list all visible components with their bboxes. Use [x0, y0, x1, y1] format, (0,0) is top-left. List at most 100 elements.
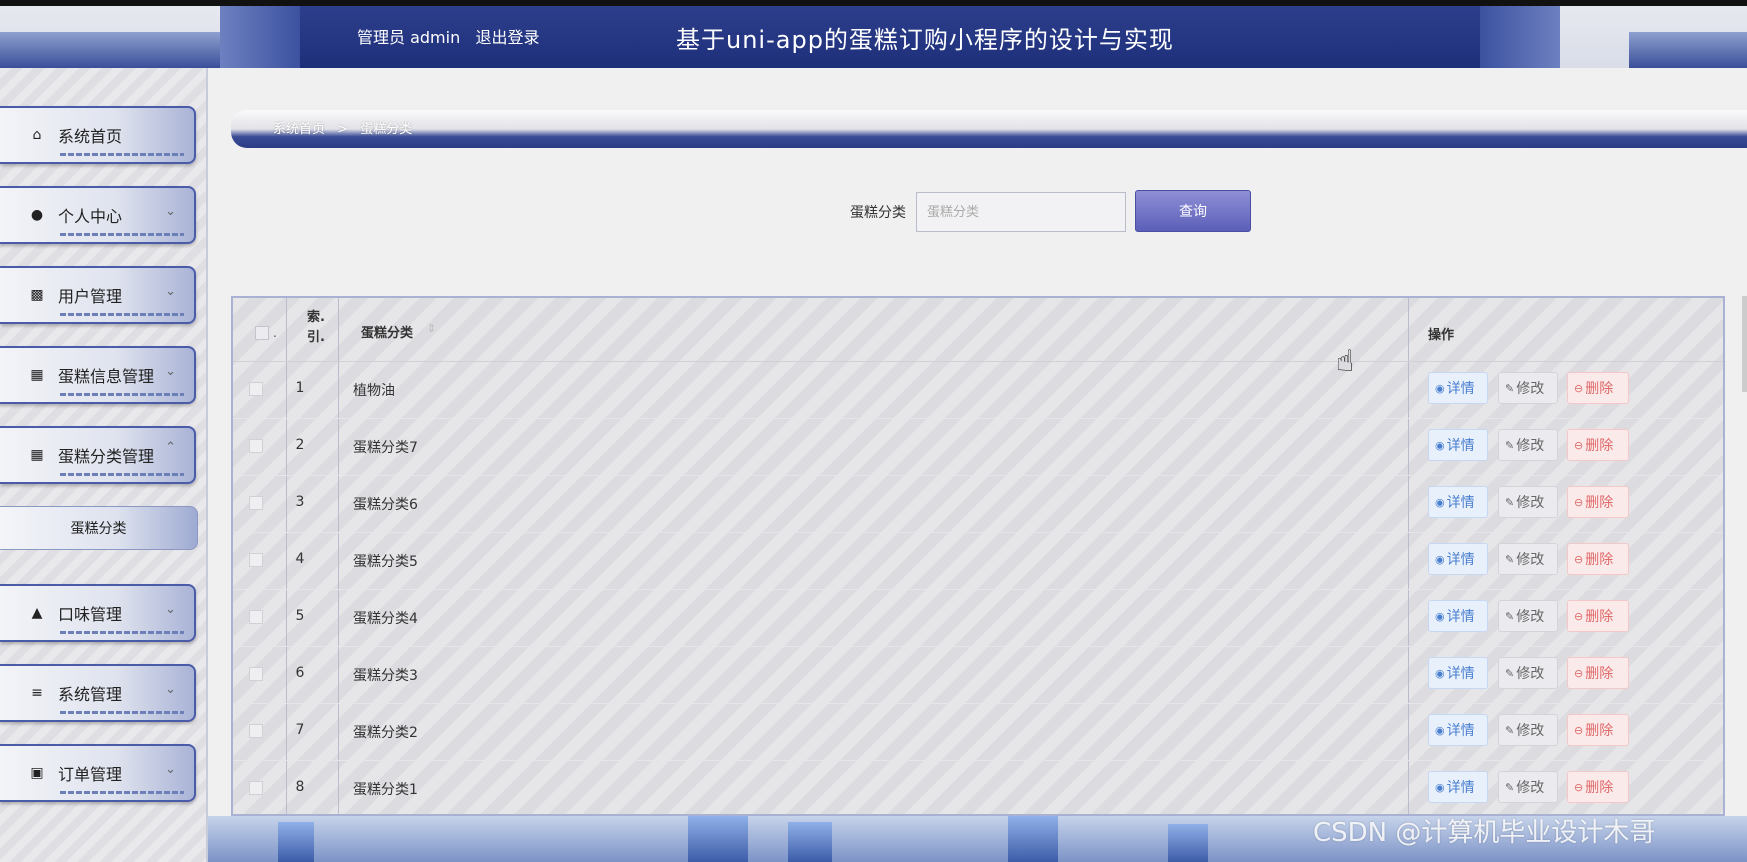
- row-checkbox[interactable]: [249, 667, 263, 681]
- delete-button[interactable]: ⊖ 删除: [1567, 543, 1629, 575]
- row-category-name: 蛋糕分类3: [353, 668, 418, 684]
- detail-button[interactable]: ◉ 详情: [1428, 771, 1488, 803]
- delete-button[interactable]: ⊖ 删除: [1567, 486, 1629, 518]
- table-row: 3 蛋糕分类6 ◉ 详情 ✎ 修改 ⊖ 删除: [233, 476, 1723, 533]
- sort-icon[interactable]: ⇕: [427, 322, 436, 335]
- sidebar-item-orders[interactable]: ▣ 订单管理 ⌄: [0, 744, 196, 802]
- user-icon: ●: [30, 207, 44, 223]
- menu-underline: [60, 313, 184, 316]
- table-row: 1 植物油 ◉ 详情 ✎ 修改 ⊖ 删除: [233, 362, 1723, 419]
- edit-button[interactable]: ✎ 修改: [1498, 771, 1558, 803]
- sidebar-item-home[interactable]: ⌂ 系统首页: [0, 106, 196, 164]
- chevron-down-icon: ⌄: [165, 762, 176, 777]
- edit-button[interactable]: ✎ 修改: [1498, 714, 1558, 746]
- detail-button[interactable]: ◉ 详情: [1428, 714, 1488, 746]
- table-header: . 索. 引. 蛋糕分类 ⇕ 操作: [233, 298, 1723, 362]
- table-row: 8 蛋糕分类1 ◉ 详情 ✎ 修改 ⊖ 删除: [233, 761, 1723, 818]
- search-button[interactable]: 查询: [1135, 190, 1251, 232]
- skyline-tower: [688, 816, 748, 862]
- edit-label: 修改: [1516, 495, 1545, 511]
- row-checkbox[interactable]: [249, 610, 263, 624]
- sidebar-item-label: 订单管理: [58, 765, 123, 784]
- detail-button[interactable]: ◉ 详情: [1428, 372, 1488, 404]
- minus-circle-icon: ⊖: [1574, 381, 1584, 395]
- row-checkbox[interactable]: [249, 496, 263, 510]
- pencil-icon: ✎: [1505, 609, 1515, 623]
- delete-button[interactable]: ⊖ 删除: [1567, 372, 1629, 404]
- delete-label: 删除: [1585, 438, 1614, 454]
- detail-label: 详情: [1446, 780, 1475, 796]
- pencil-icon: ✎: [1505, 723, 1515, 737]
- delete-button[interactable]: ⊖ 删除: [1567, 657, 1629, 689]
- detail-label: 详情: [1446, 552, 1475, 568]
- chevron-down-icon: ⌄: [165, 682, 176, 697]
- edit-label: 修改: [1516, 666, 1545, 682]
- minus-circle-icon: ⊖: [1574, 780, 1584, 794]
- menu-underline: [60, 393, 184, 396]
- row-checkbox[interactable]: [249, 724, 263, 738]
- delete-button[interactable]: ⊖ 删除: [1567, 714, 1629, 746]
- row-checkbox[interactable]: [249, 382, 263, 396]
- eye-icon: ◉: [1435, 723, 1445, 737]
- delete-button[interactable]: ⊖ 删除: [1567, 600, 1629, 632]
- detail-label: 详情: [1446, 495, 1475, 511]
- sidebar-item-flavor[interactable]: ▲ 口味管理 ⌄: [0, 584, 196, 642]
- row-index: 3: [295, 494, 305, 510]
- edit-button[interactable]: ✎ 修改: [1498, 657, 1558, 689]
- select-all-dot: .: [273, 326, 277, 340]
- breadcrumb-home[interactable]: 系统首页: [273, 122, 325, 137]
- delete-label: 删除: [1585, 666, 1614, 682]
- header-pillar-right: [1480, 6, 1560, 68]
- header-wing-right: [1629, 32, 1747, 68]
- sidebar-item-profile[interactable]: ● 个人中心 ⌄: [0, 186, 196, 244]
- row-index: 7: [295, 722, 305, 738]
- logout-link[interactable]: 退出登录: [476, 28, 540, 47]
- edit-button[interactable]: ✎ 修改: [1498, 372, 1558, 404]
- eye-icon: ◉: [1435, 609, 1445, 623]
- minus-circle-icon: ⊖: [1574, 552, 1584, 566]
- delete-button[interactable]: ⊖ 删除: [1567, 429, 1629, 461]
- sidebar-item-label: 个人中心: [58, 207, 123, 226]
- detail-label: 详情: [1446, 381, 1475, 397]
- edit-button[interactable]: ✎ 修改: [1498, 600, 1558, 632]
- chat-icon: ▩: [30, 287, 44, 303]
- search-label: 蛋糕分类: [850, 205, 906, 221]
- sidebar-item-cake-info[interactable]: ▦ 蛋糕信息管理 ⌄: [0, 346, 196, 404]
- breadcrumb: 系统首页 > 蛋糕分类: [273, 118, 420, 137]
- breadcrumb-bar: [231, 110, 1747, 148]
- edit-button[interactable]: ✎ 修改: [1498, 486, 1558, 518]
- sidebar-subitem-cake-category[interactable]: 蛋糕分类: [0, 506, 198, 550]
- row-category-name: 蛋糕分类7: [353, 440, 418, 456]
- scrollbar[interactable]: [1742, 296, 1747, 392]
- eye-icon: ◉: [1435, 780, 1445, 794]
- row-category-name: 蛋糕分类5: [353, 554, 418, 570]
- row-checkbox[interactable]: [249, 439, 263, 453]
- sidebar-item-system[interactable]: ≡ 系统管理 ⌄: [0, 664, 196, 722]
- chevron-down-icon: ⌄: [165, 364, 176, 379]
- clipboard-icon: ▣: [30, 765, 44, 781]
- row-checkbox[interactable]: [249, 781, 263, 795]
- sidebar-item-cake-category[interactable]: ▦ 蛋糕分类管理 ⌃: [0, 426, 196, 484]
- select-all-checkbox[interactable]: [255, 326, 269, 340]
- detail-button[interactable]: ◉ 详情: [1428, 600, 1488, 632]
- detail-button[interactable]: ◉ 详情: [1428, 543, 1488, 575]
- row-checkbox[interactable]: [249, 553, 263, 567]
- table-row: 6 蛋糕分类3 ◉ 详情 ✎ 修改 ⊖ 删除: [233, 647, 1723, 704]
- row-category-name: 蛋糕分类6: [353, 497, 418, 513]
- table-row: 5 蛋糕分类4 ◉ 详情 ✎ 修改 ⊖ 删除: [233, 590, 1723, 647]
- breadcrumb-current: 蛋糕分类: [360, 122, 413, 137]
- edit-button[interactable]: ✎ 修改: [1498, 429, 1558, 461]
- sidebar-item-users[interactable]: ▩ 用户管理 ⌄: [0, 266, 196, 324]
- detail-button[interactable]: ◉ 详情: [1428, 429, 1488, 461]
- search-input[interactable]: [916, 192, 1126, 232]
- detail-button[interactable]: ◉ 详情: [1428, 486, 1488, 518]
- delete-button[interactable]: ⊖ 删除: [1567, 771, 1629, 803]
- category-header[interactable]: 蛋糕分类: [361, 322, 413, 341]
- delete-label: 删除: [1585, 381, 1614, 397]
- minus-circle-icon: ⊖: [1574, 666, 1584, 680]
- row-category-name: 植物油: [353, 383, 395, 399]
- edit-button[interactable]: ✎ 修改: [1498, 543, 1558, 575]
- eye-icon: ◉: [1435, 495, 1445, 509]
- detail-button[interactable]: ◉ 详情: [1428, 657, 1488, 689]
- index-header-line1: 索.: [307, 310, 325, 325]
